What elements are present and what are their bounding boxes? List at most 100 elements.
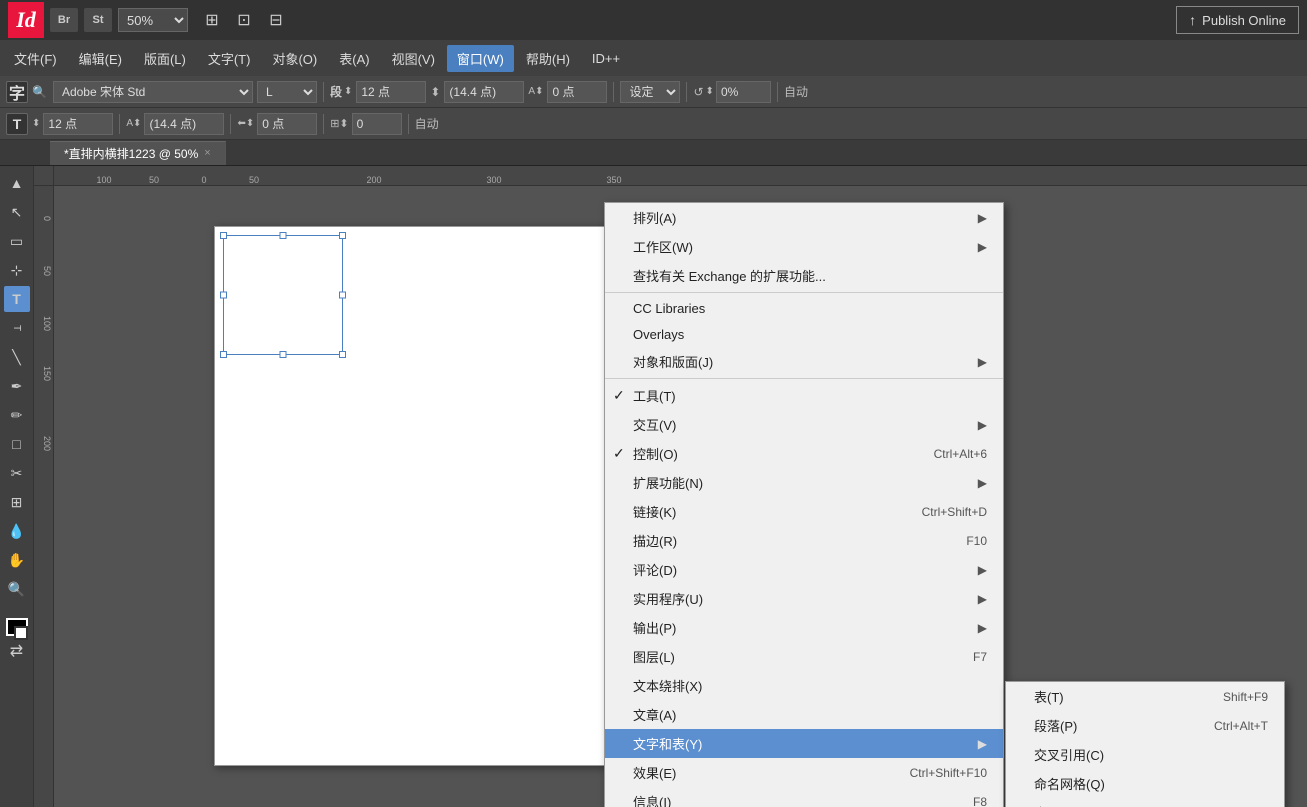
zoom-tool[interactable]: 🔍 <box>4 576 30 602</box>
gap-tool[interactable]: ⊹ <box>4 257 30 283</box>
rect-tool[interactable]: □ <box>4 431 30 457</box>
leading-icon: ⬍ <box>430 85 440 99</box>
menu-item-gongju[interactable]: ✓ 工具(T) <box>605 381 1003 410</box>
shortcut-duan: Ctrl+Alt+T <box>1214 719 1268 733</box>
submenu-item-suoyin[interactable]: 索引(X) Shift+F8 <box>1006 798 1284 807</box>
tab-bar: *直排内横排1223 @ 50% × <box>0 140 1307 166</box>
settings-selector[interactable]: 设定 <box>620 81 680 103</box>
menu-item-kuozhan[interactable]: 扩展功能(N) ▶ <box>605 468 1003 497</box>
separator-2 <box>613 82 614 102</box>
menu-item-duixiang[interactable]: 对象和版面(J) ▶ <box>605 347 1003 376</box>
left-toolbar: ▲ ↖ ▭ ⊹ T T ╲ ✒ ✏ □ ✂ ⊞ 💧 ✋ 🔍 ⇄ <box>0 166 34 807</box>
menu-item-xiaoguo[interactable]: 效果(E) Ctrl+Shift+F10 <box>605 758 1003 787</box>
para-grid-input[interactable] <box>352 113 402 135</box>
direct-select-tool[interactable]: ↖ <box>4 199 30 225</box>
menu-idpp[interactable]: ID++ <box>582 47 630 70</box>
rotation-group: ↺ ⬍ <box>693 81 770 103</box>
menu-edit[interactable]: 编辑(E) <box>69 45 132 72</box>
rotation-input[interactable] <box>716 81 771 103</box>
menu-item-exchange[interactable]: 查找有关 Exchange 的扩展功能... <box>605 261 1003 290</box>
check-kongzhi: ✓ <box>613 445 625 462</box>
arrow-kuozhan: ▶ <box>978 476 987 490</box>
font-size-input[interactable] <box>356 81 426 103</box>
menu-item-xinxi[interactable]: 信息(I) F8 <box>605 787 1003 807</box>
shortcut-biao: Shift+F9 <box>1223 690 1268 704</box>
menu-text[interactable]: 文字(T) <box>198 45 261 72</box>
wenzi-submenu: 表(T) Shift+F9 段落(P) Ctrl+Alt+T 交叉引用(C) 命… <box>1005 681 1285 807</box>
tracking-icon: A⬍ <box>528 86 543 97</box>
top-bar: Id Br St 50% 25% 75% 100% ⊞ ⊡ ⊟ ↑ Publis… <box>0 0 1307 40</box>
hand-tool[interactable]: ✋ <box>4 547 30 573</box>
menu-object[interactable]: 对象(O) <box>262 45 327 72</box>
scissors-tool[interactable]: ✂ <box>4 460 30 486</box>
menu-item-wenzhang[interactable]: 文章(A) <box>605 700 1003 729</box>
tracking-input[interactable] <box>547 81 607 103</box>
menu-item-kongzhi[interactable]: ✓ 控制(O) Ctrl+Alt+6 <box>605 439 1003 468</box>
menu-item-overlays[interactable]: Overlays <box>605 321 1003 347</box>
menu-item-wenzi[interactable]: 文字和表(Y) ▶ <box>605 729 1003 758</box>
font-selector[interactable]: Adobe 宋体 Std <box>53 81 253 103</box>
bridge-button[interactable]: Br <box>50 8 78 32</box>
type-tool[interactable]: T <box>4 286 30 312</box>
menu-item-shiyong[interactable]: 实用程序(U) ▶ <box>605 584 1003 613</box>
layout-btn-3[interactable]: ⊟ <box>262 8 290 32</box>
pencil-tool[interactable]: ✏ <box>4 402 30 428</box>
page-tool[interactable]: ▭ <box>4 228 30 254</box>
publish-online-button[interactable]: ↑ Publish Online <box>1176 6 1299 34</box>
menu-item-cclibs[interactable]: CC Libraries <box>605 295 1003 321</box>
pen-tool[interactable]: ✒ <box>4 373 30 399</box>
menu-layout[interactable]: 版面(L) <box>134 45 196 72</box>
arrow-paixian: ▶ <box>978 211 987 225</box>
menu-item-shuchu[interactable]: 输出(P) ▶ <box>605 613 1003 642</box>
submenu-item-duan[interactable]: 段落(P) Ctrl+Alt+T <box>1006 711 1284 740</box>
para-size-input[interactable] <box>43 113 113 135</box>
font-style-selector[interactable]: L <box>257 81 317 103</box>
transform-tool[interactable]: ⊞ <box>4 489 30 515</box>
para-tracking-group: A⬍ <box>126 113 224 135</box>
menu-item-gongzuoqu[interactable]: 工作区(W) ▶ <box>605 232 1003 261</box>
document-tab[interactable]: *直排内横排1223 @ 50% × <box>50 141 226 165</box>
publish-label: Publish Online <box>1202 13 1286 28</box>
fill-stroke-indicator[interactable] <box>6 618 28 636</box>
type-vertical-tool[interactable]: T <box>4 315 30 341</box>
leading-input[interactable] <box>444 81 524 103</box>
separator-6 <box>230 114 231 134</box>
separator-7 <box>323 114 324 134</box>
menu-file[interactable]: 文件(F) <box>4 45 67 72</box>
arrow-pinglun: ▶ <box>978 563 987 577</box>
layout-btn-1[interactable]: ⊞ <box>198 8 226 32</box>
separator-1 <box>323 82 324 102</box>
selection-tool[interactable]: ▲ <box>4 170 30 196</box>
menu-item-tuceng[interactable]: 图层(L) F7 <box>605 642 1003 671</box>
para-grid-icon: ⊞⬍ <box>330 117 348 130</box>
menu-bar: 文件(F) 编辑(E) 版面(L) 文字(T) 对象(O) 表(A) 视图(V)… <box>0 40 1307 76</box>
shortcut-lianjie: Ctrl+Shift+D <box>922 505 987 519</box>
layout-btn-2[interactable]: ⊡ <box>230 8 258 32</box>
menu-item-jiaohu[interactable]: 交互(V) ▶ <box>605 410 1003 439</box>
menu-item-lianjie[interactable]: 链接(K) Ctrl+Shift+D <box>605 497 1003 526</box>
menu-item-paixian[interactable]: 排列(A) ▶ <box>605 203 1003 232</box>
menu-help[interactable]: 帮助(H) <box>516 45 580 72</box>
menu-item-wenben[interactable]: 文本绕排(X) <box>605 671 1003 700</box>
submenu-item-jiaocha[interactable]: 交叉引用(C) <box>1006 740 1284 769</box>
eyedropper-tool[interactable]: 💧 <box>4 518 30 544</box>
menu-view[interactable]: 视图(V) <box>382 45 445 72</box>
menu-table[interactable]: 表(A) <box>329 45 379 72</box>
para-indent-input[interactable] <box>257 113 317 135</box>
tab-close-btn[interactable]: × <box>204 147 210 159</box>
swap-fill-stroke[interactable]: ⇄ <box>10 641 23 661</box>
separator-5 <box>119 114 120 134</box>
canvas-area: 100 50 0 50 200 300 350 0 50 100 150 200 <box>34 166 1307 807</box>
line-tool[interactable]: ╲ <box>4 344 30 370</box>
menu-window[interactable]: 窗口(W) <box>447 45 514 72</box>
menu-item-pinglun[interactable]: 评论(D) ▶ <box>605 555 1003 584</box>
menu-item-miaobiao[interactable]: 描边(R) F10 <box>605 526 1003 555</box>
rotate-icon: ↺ <box>693 85 703 99</box>
submenu-item-biao[interactable]: 表(T) Shift+F9 <box>1006 682 1284 711</box>
tracking-group: A⬍ <box>528 86 543 97</box>
para-tracking-input[interactable] <box>144 113 224 135</box>
dropdown-overlay: 排列(A) ▶ 工作区(W) ▶ 查找有关 Exchange 的扩展功能... … <box>34 166 1307 807</box>
stock-button[interactable]: St <box>84 8 112 32</box>
submenu-item-mingming[interactable]: 命名网格(Q) <box>1006 769 1284 798</box>
zoom-selector[interactable]: 50% 25% 75% 100% <box>118 8 188 32</box>
